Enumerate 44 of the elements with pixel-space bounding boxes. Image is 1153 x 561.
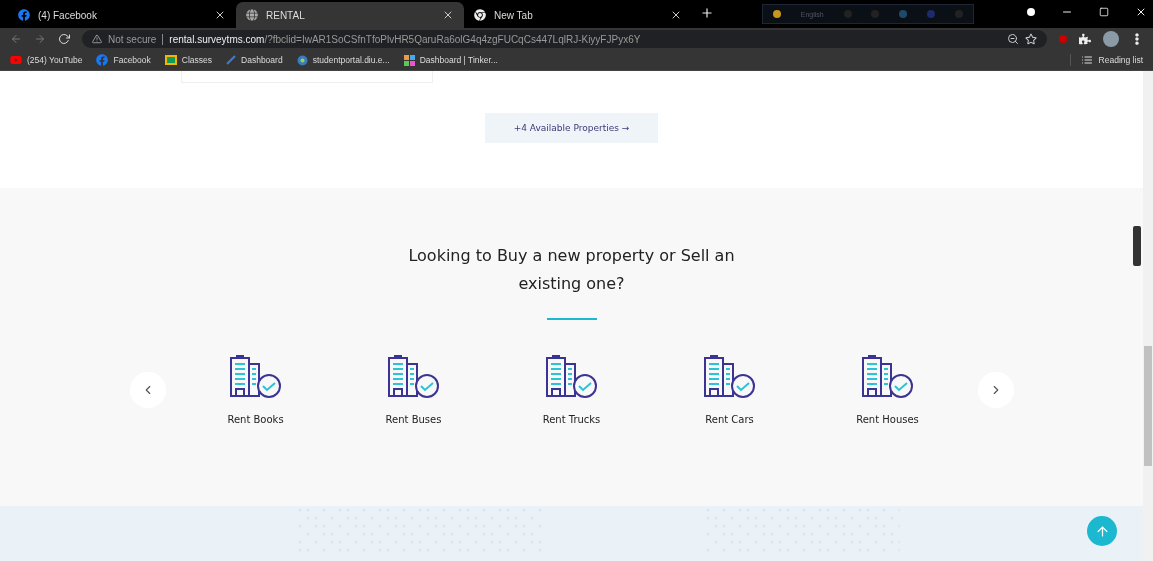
list-icon xyxy=(1080,54,1093,66)
media-icon[interactable] xyxy=(1027,8,1035,16)
bookmark[interactable]: (254) YouTube xyxy=(10,54,83,66)
close-icon[interactable] xyxy=(670,9,682,21)
chrome-icon xyxy=(474,9,486,21)
warning-icon xyxy=(92,34,102,44)
category-label[interactable]: Rent Books xyxy=(227,414,284,425)
bookmark[interactable]: studentportal.diu.e... xyxy=(296,54,390,66)
close-icon[interactable] xyxy=(442,9,454,21)
category-label[interactable]: Rent Trucks xyxy=(542,414,601,425)
bookmark[interactable]: Classes xyxy=(164,55,213,65)
zoom-out-icon[interactable] xyxy=(1007,33,1019,45)
star-icon[interactable] xyxy=(1025,33,1037,45)
classroom-icon xyxy=(164,55,177,65)
reload-icon[interactable] xyxy=(58,33,70,45)
youtube-icon xyxy=(10,54,22,66)
plus-icon xyxy=(700,6,714,20)
arrow-up-icon xyxy=(1094,523,1110,539)
bookmark[interactable]: Dashboard xyxy=(226,55,283,65)
avatar-icon[interactable] xyxy=(1103,31,1119,47)
reading-list-button[interactable]: Reading list xyxy=(1069,54,1143,66)
facebook-icon xyxy=(18,9,30,21)
grid-icon xyxy=(403,54,415,66)
bookmark[interactable]: Dashboard | Tinker... xyxy=(403,54,498,66)
pen-icon xyxy=(226,55,237,65)
bookmark[interactable]: Facebook xyxy=(96,54,151,66)
scrollbar[interactable] xyxy=(1143,71,1153,561)
puzzle-icon[interactable] xyxy=(1079,33,1091,45)
portal-icon xyxy=(296,54,308,66)
available-properties-button[interactable]: +4 Available Properties → xyxy=(485,113,658,143)
facebook-icon xyxy=(96,54,109,66)
url-text: rental.surveytms.com/?fbclid=IwAR1SoCSfnTfoPlvHR5QaruRa6olG4q4zgFUCqCs447LqlRJ-KiyyFJPyx6Y xyxy=(169,33,642,45)
address-bar[interactable]: Not secure rental.surveytms.com/?fbclid=IwAR1SoCSfnTfoPlvHR5QaruRa6olG4q4zgFUCqCs447LqlRJ-KiyyFJPyx6Y xyxy=(82,30,1047,48)
category-label[interactable]: Rent Cars xyxy=(705,414,754,425)
restore-icon[interactable] xyxy=(1099,7,1109,17)
browser-tab[interactable]: RENTAL xyxy=(236,2,464,28)
globe-icon xyxy=(246,9,258,21)
close-icon[interactable] xyxy=(1135,6,1147,18)
section-heading: Looking to Buy a new property or Sell an existing one? xyxy=(407,245,736,295)
toolbar-icon[interactable] xyxy=(772,10,781,18)
close-icon[interactable] xyxy=(214,9,226,21)
security-label: Not secure xyxy=(108,33,157,45)
category-label[interactable]: Rent Buses xyxy=(385,414,442,425)
category-label[interactable]: Rent Houses xyxy=(856,414,919,425)
